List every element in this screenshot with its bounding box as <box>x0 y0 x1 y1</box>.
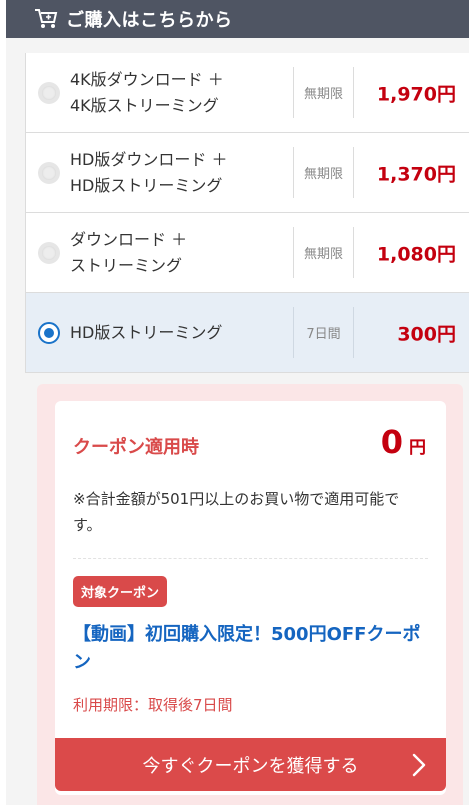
option-hd-download-streaming[interactable]: HD版ダウンロード ＋ HD版ストリーミング 無期限 1,370円 <box>26 133 469 213</box>
option-4k-download-streaming[interactable]: 4K版ダウンロード ＋ 4K版ストリーミング 無期限 1,970円 <box>26 53 469 133</box>
purchase-header: ご購入はこちらから <box>6 0 469 38</box>
option-radio[interactable] <box>38 241 60 264</box>
option-term: 無期限 <box>293 67 354 118</box>
option-price: 1,080円 <box>376 243 456 265</box>
coupon-badge: 対象クーポン <box>73 576 168 607</box>
cart-icon <box>34 7 58 31</box>
option-price: 300円 <box>397 323 456 345</box>
coupon-price-value: 0 <box>380 423 403 461</box>
coupon-expiry: 利用期限：取得後7日間 <box>73 696 233 714</box>
option-hd-streaming[interactable]: HD版ストリーミング 7日間 300円 <box>26 293 469 373</box>
coupon-note: ※合計金額が501円以上のお買い物で適用可能です。 <box>73 490 400 534</box>
coupon-card: クーポン適用時 0 円 ※合計金額が501円以上のお買い物で適用可能です。 対象… <box>55 401 446 795</box>
purchase-title: ご購入はこちらから <box>66 10 233 31</box>
option-radio[interactable] <box>38 161 60 184</box>
option-price: 1,370円 <box>376 163 456 185</box>
coupon-section: クーポン適用時 0 円 ※合計金額が501円以上のお買い物で適用可能です。 対象… <box>37 384 463 805</box>
coupon-name-link[interactable]: 【動画】初回購入限定！500円OFFクーポン <box>73 621 433 677</box>
coupon-price: 0 円 <box>381 423 426 461</box>
option-radio[interactable] <box>38 81 60 104</box>
chevron-right-icon <box>412 753 426 777</box>
coupon-price-unit: 円 <box>409 438 426 458</box>
get-coupon-button-label: 今すぐクーポンを獲得する <box>142 755 359 777</box>
coupon-divider <box>73 558 428 559</box>
option-term: 7日間 <box>293 307 354 358</box>
option-name: ダウンロード ＋ ストリーミング <box>70 229 188 275</box>
option-name: 4K版ダウンロード ＋ 4K版ストリーミング <box>70 69 224 115</box>
option-name: HD版ストリーミング <box>70 322 223 342</box>
option-term: 無期限 <box>293 147 354 198</box>
purchase-options: 4K版ダウンロード ＋ 4K版ストリーミング 無期限 1,970円 HD版ダウン… <box>25 53 469 373</box>
option-name: HD版ダウンロード ＋ HD版ストリーミング <box>70 149 228 195</box>
get-coupon-button[interactable]: 今すぐクーポンを獲得する <box>55 738 446 791</box>
option-radio-selected[interactable] <box>38 321 60 344</box>
option-term: 無期限 <box>293 227 354 278</box>
coupon-title: クーポン適用時 <box>73 437 199 458</box>
option-download-streaming[interactable]: ダウンロード ＋ ストリーミング 無期限 1,080円 <box>26 213 469 293</box>
option-price: 1,970円 <box>376 83 456 105</box>
